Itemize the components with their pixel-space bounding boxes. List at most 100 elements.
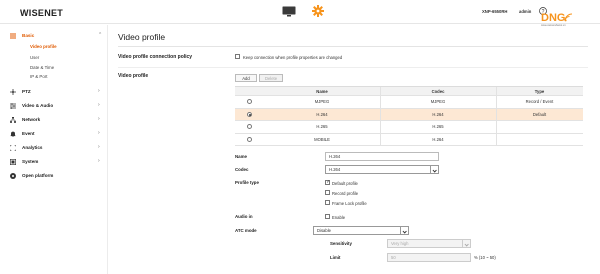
frame-lock-profile-checkbox[interactable] (325, 200, 330, 205)
sidebar-group-analytics[interactable]: Analytics › (10, 144, 102, 154)
table-header-cell (235, 87, 264, 95)
video-profile-label: Video profile (118, 73, 149, 79)
audio-in-enable-checkbox[interactable] (325, 214, 330, 219)
atc-mode-select[interactable]: Disable (313, 226, 409, 235)
default-profile-checkbox[interactable] (325, 180, 330, 185)
chevron-down-icon (400, 227, 408, 234)
table-cell: H.264 (432, 136, 444, 142)
add-profile-button[interactable]: Add (235, 74, 257, 82)
sidebar-group-label: Network (22, 117, 41, 122)
profile-name-input[interactable]: H.264 (325, 152, 439, 161)
profile-radio[interactable] (247, 99, 252, 105)
video-audio-icon (10, 103, 16, 109)
column-divider (496, 133, 497, 145)
sensitivity-select[interactable]: Very high (387, 239, 471, 248)
user-name[interactable]: admin (519, 9, 531, 14)
monitor-icon[interactable] (282, 6, 296, 17)
column-divider (380, 121, 381, 133)
table-cell: MJPEG (430, 99, 446, 105)
table-cell: Record / Event (525, 99, 554, 105)
name-label: Name (235, 154, 247, 159)
column-divider (380, 133, 381, 145)
profile-radio[interactable] (247, 124, 252, 130)
chevron-right-icon: › (98, 88, 100, 94)
wisenet-logo: WISENET (20, 8, 64, 18)
chevron-down-icon (462, 240, 470, 247)
limit-range-label: % (10 ~ 50) (474, 255, 496, 260)
connection-policy-label: Video profile connection policy (118, 54, 193, 60)
table-cell (235, 121, 264, 133)
profile-type-label: Profile type (235, 180, 259, 185)
table-row[interactable]: MJPEG MJPEG Record / Event (235, 96, 583, 109)
gear-icon[interactable] (312, 5, 324, 17)
sidebar-item-date-time[interactable]: Date & Time (30, 65, 54, 70)
column-divider (380, 108, 381, 120)
section-divider (118, 67, 588, 68)
default-profile-label: Default profile (332, 180, 358, 186)
table-cell (235, 109, 264, 121)
sidebar-group-open-platform[interactable]: Open platform (10, 172, 102, 182)
sidebar-group-label: Event (22, 131, 35, 136)
sidebar-group-basic[interactable]: Basic ⌃ (10, 32, 102, 42)
title-divider (118, 46, 588, 47)
sidebar-item-ip-port[interactable]: IP & Port (30, 74, 48, 79)
audio-in-label: Audio in (235, 214, 253, 219)
limit-label: Limit (330, 255, 341, 260)
sidebar-group-ptz[interactable]: PTZ › (10, 88, 102, 98)
sidebar-group-network[interactable]: Network › (10, 116, 102, 126)
top-bar: WISENET XNP-6550RH admin ? DNG www.camer… (0, 0, 600, 27)
chevron-right-icon: › (98, 102, 100, 108)
audio-in-enable-label: Enable (332, 214, 346, 220)
sensitivity-select-value: Very high (391, 241, 409, 246)
column-divider (380, 96, 381, 108)
sidebar-group-label: PTZ (22, 89, 31, 94)
table-cell: H.264 (432, 111, 444, 117)
codec-select[interactable]: H.264 (325, 165, 439, 174)
chevron-right-icon: › (98, 130, 100, 136)
limit-input-value: 50 (391, 255, 396, 260)
column-divider (496, 87, 497, 95)
column-divider (380, 87, 381, 95)
table-cell: MJPEG (314, 99, 330, 105)
keep-connection-label: Keep connection when profile properties … (243, 54, 343, 60)
device-model: XNP-6550RH (482, 9, 508, 14)
sidebar-group-label: Video & Audio (22, 103, 54, 108)
profile-radio[interactable] (247, 111, 252, 117)
codec-label: Codec (235, 167, 249, 172)
network-icon (10, 117, 16, 123)
table-cell (235, 96, 264, 108)
chevron-down-icon (430, 166, 438, 173)
sidebar-group-event[interactable]: Event › (10, 130, 102, 140)
atc-mode-label: ATC mode (235, 228, 257, 233)
record-profile-checkbox[interactable] (325, 190, 330, 195)
column-divider (496, 96, 497, 108)
system-icon (10, 159, 16, 165)
profile-radio[interactable] (247, 136, 252, 142)
table-header-cell: Name (316, 88, 328, 94)
sidebar-item-video-profile[interactable]: Video profile (30, 44, 57, 49)
sidebar-group-system[interactable]: System › (10, 158, 102, 168)
column-divider (496, 108, 497, 120)
table-cell: MOBILE (314, 136, 330, 142)
codec-select-value: H.264 (329, 167, 341, 172)
table-cell (496, 134, 583, 146)
limit-input[interactable]: 50 (387, 253, 471, 262)
table-row[interactable]: MOBILE H.264 (235, 133, 583, 146)
basic-list-icon (10, 33, 16, 39)
ptz-icon (10, 89, 16, 95)
chevron-right-icon: › (98, 116, 100, 122)
sidebar-group-video-audio[interactable]: Video & Audio › (10, 102, 102, 112)
table-row[interactable]: H.265 H.265 (235, 121, 583, 134)
event-bell-icon (10, 131, 16, 137)
chevron-up-icon: ⌃ (98, 32, 103, 38)
chevron-right-icon: › (98, 144, 100, 150)
delete-profile-button[interactable]: Delete (259, 74, 283, 82)
table-row[interactable]: H.264 H.264 Default (235, 108, 583, 121)
table-cell: H.264 (316, 111, 328, 117)
keep-connection-checkbox[interactable] (235, 54, 240, 59)
frame-lock-profile-label: Frame Lock profile (332, 200, 367, 206)
sidebar-item-user[interactable]: User (30, 55, 39, 60)
table-cell (235, 134, 264, 146)
record-profile-label: Record profile (332, 190, 359, 196)
column-divider (496, 121, 497, 133)
